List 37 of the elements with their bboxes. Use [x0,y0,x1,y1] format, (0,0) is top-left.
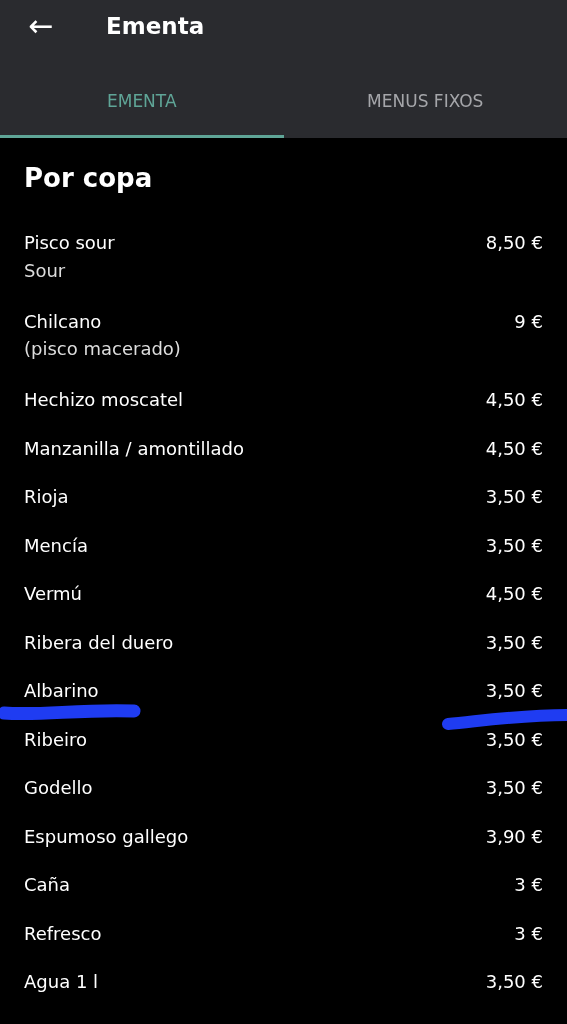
item-price: 8,50 € [485,231,543,255]
item-price: 3,50 € [485,776,543,800]
item-price: 4,50 € [485,582,543,606]
back-button[interactable]: ← [0,0,82,52]
item-name: Pisco sour [24,231,115,255]
item-price: 4,50 € [485,388,543,412]
item-name: Rioja [24,485,69,509]
item-price: 3,50 € [485,485,543,509]
section-title: Por copa [24,162,154,195]
item-price: 3,50 € [485,970,543,994]
item-name: Manzanilla / amontillado [24,436,244,461]
item-price: 3,50 € [485,630,543,655]
item-price: 4,50 € [485,436,543,461]
item-name: Agua 1 l [24,970,99,994]
item-name: Espumoso gallego [24,824,189,849]
item-name: Caña [24,873,71,897]
item-price: 3,90 € [485,824,543,849]
item-price: 3,50 € [485,533,543,558]
item-description: (pisco macerado) [24,337,181,361]
item-name: Chilcano [24,309,103,334]
item-name: Refresco [24,921,102,946]
tab[interactable]: MENUS FIXOS [283,52,567,138]
item-name: Mencía [24,533,88,558]
item-name: Hechizo moscatel [24,388,184,412]
item-price: 3,50 € [485,679,543,703]
item-price: 3 € [514,873,543,897]
tab[interactable]: EMENTA [0,52,284,138]
item-name: Vermú [24,582,83,606]
item-name: Godello [24,776,93,800]
item-name: Albarino [24,679,99,703]
item-price: 3,50 € [485,727,543,752]
item-price: 9 € [514,309,543,334]
item-name: Ribeiro [24,727,88,752]
item-description: Sour [24,258,67,283]
item-price: 3 € [514,921,543,946]
item-name: Ribera del duero [24,630,174,655]
page-title: Ementa [106,11,205,41]
